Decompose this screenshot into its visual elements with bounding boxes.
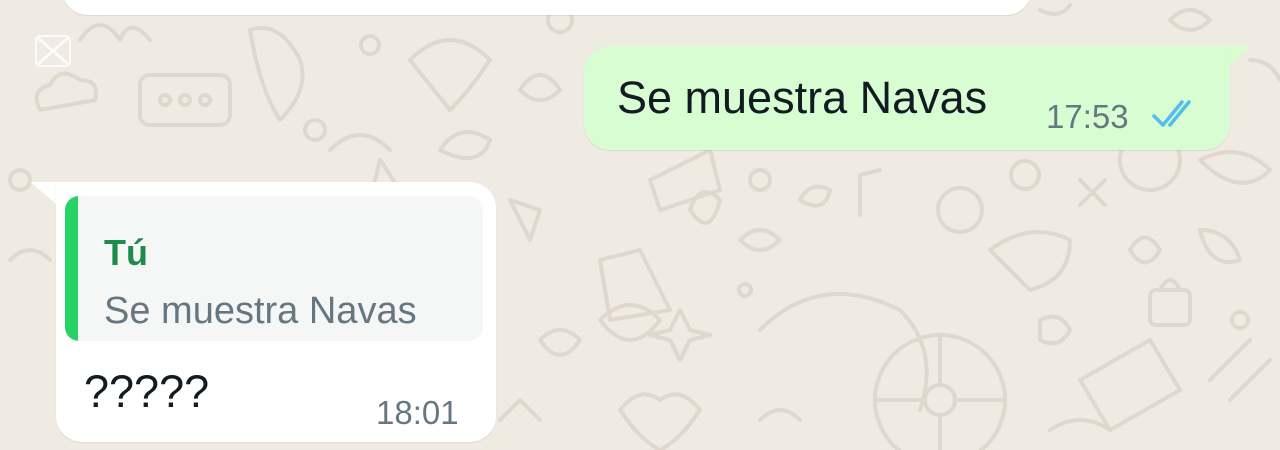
outgoing-message-time: 17:53 [1046, 98, 1129, 135]
previous-message-bubble[interactable] [62, 0, 1032, 15]
quoted-author: Tú [104, 232, 148, 273]
incoming-message-bubble[interactable]: Tú Se muestra Navas ????? 18:01 [56, 182, 496, 442]
double-check-icon [1152, 100, 1191, 127]
incoming-message-time: 18:01 [376, 394, 459, 431]
incoming-bubble-tail [30, 182, 56, 204]
quoted-text: Se muestra Navas [104, 290, 417, 332]
quoted-reply[interactable]: Tú Se muestra Navas [65, 196, 483, 341]
incoming-message-text: ????? [84, 366, 210, 417]
close-x-icon [35, 35, 71, 67]
outgoing-message-text: Se muestra Navas [617, 72, 988, 123]
quote-accent-bar [65, 196, 78, 341]
outgoing-bubble-tail [1228, 46, 1252, 68]
outgoing-message-bubble[interactable]: Se muestra Navas 17:53 [584, 46, 1230, 150]
